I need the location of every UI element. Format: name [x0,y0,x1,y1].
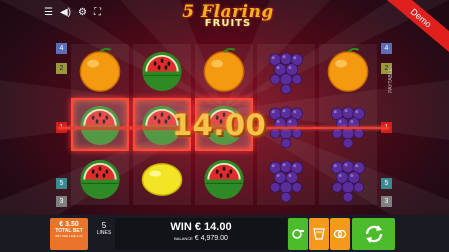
win-amount-overlay: 14.00 [172,108,267,142]
speaker-icon[interactable]: ◀) [60,8,71,18]
menu-icon[interactable]: ☰ [44,8,53,18]
winning-cell-highlight [71,98,129,151]
grapes-icon [330,160,366,203]
grapes-icon [268,160,304,203]
balance-display: BALANCE € 4,979.00 [115,235,287,242]
line-indicator[interactable]: 5 [56,178,67,189]
lines-display: 5 LINES [94,221,114,236]
orange-icon [203,47,245,92]
watermelon-icon [80,159,120,200]
top-toolbar: ☰ ◀) ⚙ ⛶ [44,8,101,18]
game-logo: 5 Flaring FRUITS [181,2,275,38]
grapes-symbol [319,98,377,151]
gamble-icon [313,228,325,240]
lemon-icon [141,163,183,196]
orange-symbol [71,44,129,97]
win-label: WIN [170,221,192,233]
line-indicator[interactable]: 2 [56,63,67,74]
bet-per-line: BET PER LINE 0.70 [55,234,83,238]
grapes-symbol [257,152,315,205]
line-indicator[interactable]: 3 [381,196,392,207]
slot-game: ☰ ◀) ⚙ ⛶ Demo 5 Flaring FRUITS 4 2 1 5 3… [0,0,449,252]
gamble-button[interactable] [309,218,329,250]
total-bet-button[interactable]: € 3.50 TOTAL BET BET PER LINE 0.70 [50,218,88,250]
grapes-symbol [319,152,377,205]
bet-value: € 3.50 [59,221,79,228]
orange-symbol [195,44,253,97]
settings-icon[interactable]: ⚙ [78,8,87,18]
win-value: € 14.00 [194,221,232,233]
lines-label: LINES [96,230,112,236]
watermelon-icon [204,159,244,200]
watermelon-icon [142,51,182,92]
autoplay-icon [292,229,304,239]
lemon-symbol [133,152,191,205]
autoplay-button[interactable] [288,218,308,250]
line-indicator[interactable]: 4 [381,43,392,54]
line-indicator[interactable]: 3 [56,196,67,207]
spin-button[interactable] [352,218,395,250]
orange-icon [79,47,121,92]
win-balance-panel: WIN € 14.00 BALANCE € 4,979.00 [115,218,287,250]
risk-icon [333,229,347,239]
grapes-icon [330,106,366,149]
spin-icon [365,225,382,243]
grapes-icon [268,52,304,95]
watermelon-symbol [133,44,191,97]
orange-icon [327,47,369,92]
risk-button[interactable] [330,218,350,250]
lines-value: 5 [101,221,107,230]
watermelon-symbol [71,152,129,205]
watermelon-symbol [195,152,253,205]
win-display: WIN € 14.00 [115,221,287,233]
line-indicator[interactable]: 4 [56,43,67,54]
balance-label: BALANCE [174,236,193,241]
line-indicator[interactable]: 5 [381,178,392,189]
orange-symbol [319,44,377,97]
fullscreen-icon[interactable]: ⛶ [94,8,101,18]
grapes-icon [268,106,304,149]
paytable-link[interactable]: PAYTABLE [388,68,394,93]
grapes-symbol [257,44,315,97]
balance-value: € 4,979.00 [194,235,228,242]
